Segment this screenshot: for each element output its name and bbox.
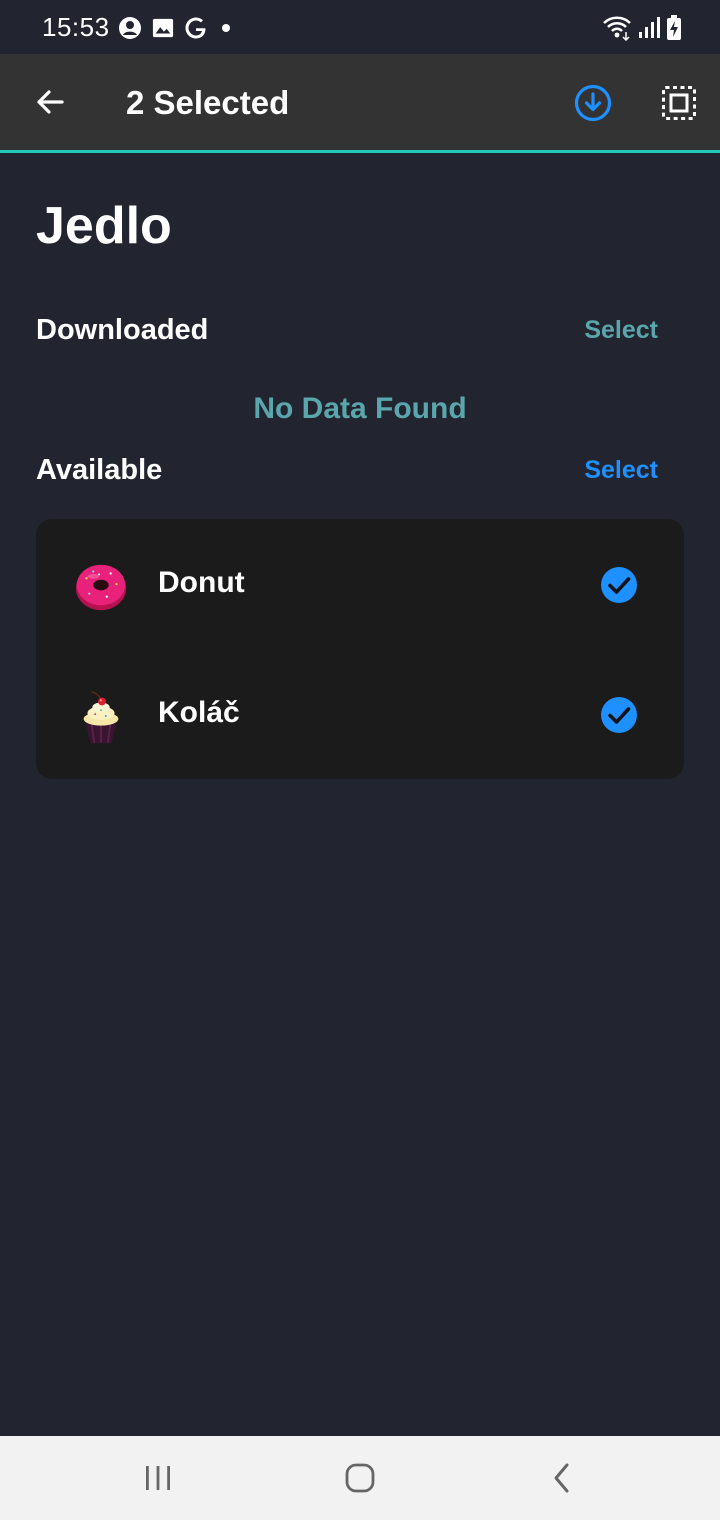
- back-button[interactable]: [26, 78, 74, 126]
- available-select-button[interactable]: Select: [584, 456, 658, 485]
- available-section-title: Available: [36, 454, 163, 486]
- home-icon: [345, 1463, 375, 1493]
- list-item-label: Koláč: [158, 696, 240, 729]
- status-bar: 15:53: [0, 0, 720, 54]
- list-item-donut[interactable]: Donut: [36, 519, 684, 649]
- status-icons-right: [602, 14, 682, 42]
- cupcake-image: [83, 691, 119, 744]
- page-title: Jedlo: [36, 197, 172, 255]
- image-icon: [152, 18, 174, 38]
- signal-icon: [639, 17, 660, 38]
- recent-apps-button[interactable]: [134, 1454, 182, 1502]
- status-time: 15:53: [42, 12, 110, 42]
- list-item-label: Donut: [158, 566, 245, 599]
- list-item-kolac[interactable]: Koláč: [36, 649, 684, 779]
- donut-image: [75, 564, 127, 611]
- empty-state-message: No Data Found: [253, 392, 467, 425]
- download-circle-icon: [574, 84, 612, 122]
- home-button[interactable]: [336, 1454, 384, 1502]
- account-circle-icon: [119, 17, 141, 39]
- arrow-left-icon: [37, 90, 64, 114]
- select-all-icon: [662, 86, 696, 120]
- check-circle-icon[interactable]: [600, 696, 638, 734]
- downloaded-section-header: Downloaded Select: [36, 314, 684, 354]
- dot-icon: [222, 24, 230, 32]
- downloaded-select-button[interactable]: Select: [584, 316, 658, 345]
- available-list: Donut Koláč: [36, 519, 684, 779]
- selection-count-title: 2 Selected: [126, 84, 290, 121]
- screen: 15:53 2 Selected Jedlo Downloaded Select…: [0, 0, 720, 1520]
- recent-apps-icon: [146, 1466, 170, 1490]
- wifi-icon: [603, 16, 631, 41]
- downloaded-section-title: Downloaded: [36, 314, 209, 346]
- system-nav-bar: [0, 1436, 720, 1520]
- download-button[interactable]: [570, 80, 616, 126]
- battery-charging-icon: [667, 15, 681, 40]
- google-icon: [185, 17, 206, 39]
- status-icons-left: [118, 14, 234, 42]
- select-all-button[interactable]: [656, 80, 702, 126]
- system-back-button[interactable]: [538, 1454, 586, 1502]
- check-circle-icon[interactable]: [600, 566, 638, 604]
- app-bar: 2 Selected: [0, 54, 720, 153]
- available-section-header: Available Select: [36, 454, 684, 494]
- back-icon: [554, 1463, 569, 1493]
